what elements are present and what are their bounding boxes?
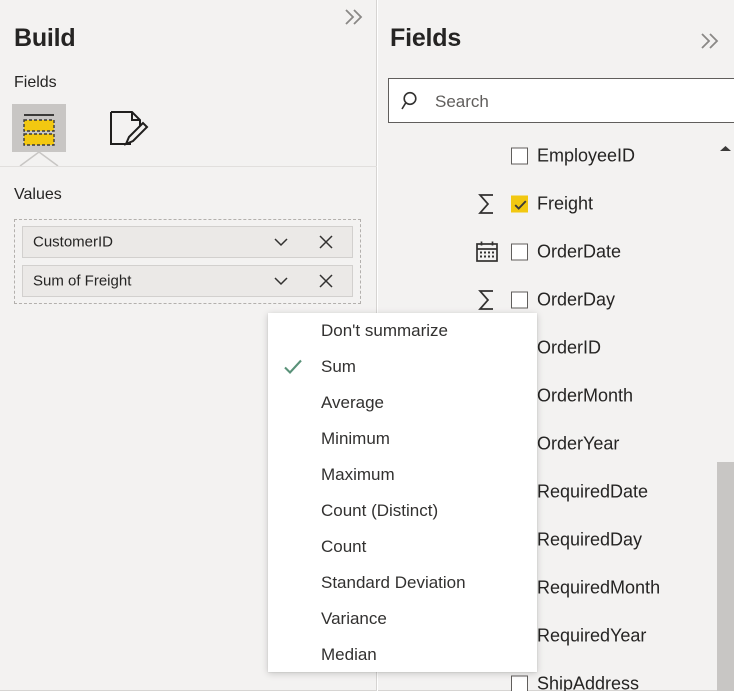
page-title: Build [14, 24, 76, 52]
fields-pane-icon[interactable] [12, 104, 66, 152]
menu-item-maximum[interactable]: Maximum [268, 457, 537, 493]
menu-item-average[interactable]: Average [268, 385, 537, 421]
fields-pane-title: Fields [390, 24, 462, 52]
close-icon[interactable] [316, 232, 336, 252]
divider [0, 166, 377, 167]
field-checkbox[interactable] [511, 291, 528, 309]
menu-item-label: Minimum [321, 429, 390, 448]
field-label: RequiredDate [537, 481, 649, 502]
search-icon [401, 90, 423, 112]
menu-item-label: Don't summarize [321, 321, 449, 340]
values-section-label: Values [14, 186, 62, 203]
menu-item-sum[interactable]: Sum [268, 349, 537, 385]
scrollbar[interactable] [717, 132, 734, 691]
sigma-icon [474, 191, 500, 217]
menu-item-label: Variance [321, 609, 387, 628]
build-fields-section-label: Fields [14, 74, 57, 91]
menu-item-minimum[interactable]: Minimum [268, 421, 537, 457]
values-drop-zone[interactable]: CustomerID Sum of Freight [14, 219, 361, 304]
menu-item-label: Standard Deviation [321, 573, 466, 592]
field-label: OrderYear [537, 433, 620, 454]
field-label: OrderDay [537, 289, 616, 310]
search-input[interactable] [433, 79, 727, 124]
field-checkbox[interactable] [511, 147, 528, 165]
field-checkbox[interactable] [511, 675, 528, 691]
calendar-icon [474, 239, 500, 265]
field-label: ShipAddress [537, 673, 640, 692]
field-label: OrderMonth [537, 385, 634, 406]
sigma-icon [474, 287, 500, 313]
field-label: EmployeeID [537, 145, 636, 166]
chevron-down-icon[interactable] [271, 232, 291, 252]
field-chip-customerid[interactable]: CustomerID [22, 226, 353, 258]
field-label: OrderDate [537, 241, 622, 262]
menu-item-median[interactable]: Median [268, 637, 537, 673]
selected-pane-pointer [12, 152, 66, 166]
field-label: RequiredYear [537, 625, 647, 646]
double-chevron-right-icon[interactable] [338, 4, 368, 30]
search-box[interactable] [388, 78, 734, 124]
checkmark-icon [282, 356, 304, 378]
list-item[interactable]: Freight [378, 180, 734, 228]
list-item[interactable]: EmployeeID [378, 132, 734, 180]
field-label: OrderID [537, 337, 602, 358]
menu-item-label: Average [321, 393, 385, 412]
menu-item-dont-summarize[interactable]: Don't summarize [268, 313, 537, 349]
menu-item-label: Median [321, 645, 377, 664]
chevron-down-icon[interactable] [271, 271, 291, 291]
format-pane-icon[interactable] [98, 104, 152, 152]
build-pane-header: Build [14, 24, 354, 60]
triangle-up-icon[interactable] [717, 142, 734, 156]
double-chevron-right-icon[interactable] [694, 28, 724, 54]
menu-item-label: Count [321, 537, 367, 556]
menu-item-count-distinct[interactable]: Count (Distinct) [268, 493, 537, 529]
field-chip-label: Sum of Freight [33, 272, 132, 290]
list-item[interactable]: OrderDate [378, 228, 734, 276]
field-chip-sum-of-freight[interactable]: Sum of Freight [22, 265, 353, 297]
summarize-dropdown-menu[interactable]: Don't summarize Sum Average Minimum Maxi… [268, 313, 537, 672]
menu-item-label: Maximum [321, 465, 395, 484]
field-checkbox[interactable] [511, 243, 528, 261]
field-label: Freight [537, 193, 594, 214]
menu-item-count[interactable]: Count [268, 529, 537, 565]
menu-item-label: Sum [321, 357, 356, 376]
menu-item-standard-deviation[interactable]: Standard Deviation [268, 565, 537, 601]
field-label: RequiredDay [537, 529, 643, 550]
field-label: RequiredMonth [537, 577, 661, 598]
field-chip-label: CustomerID [33, 233, 114, 251]
scrollbar-thumb[interactable] [717, 462, 734, 691]
field-checkbox[interactable] [511, 195, 528, 213]
menu-item-variance[interactable]: Variance [268, 601, 537, 637]
menu-item-label: Count (Distinct) [321, 501, 439, 520]
close-icon[interactable] [316, 271, 336, 291]
